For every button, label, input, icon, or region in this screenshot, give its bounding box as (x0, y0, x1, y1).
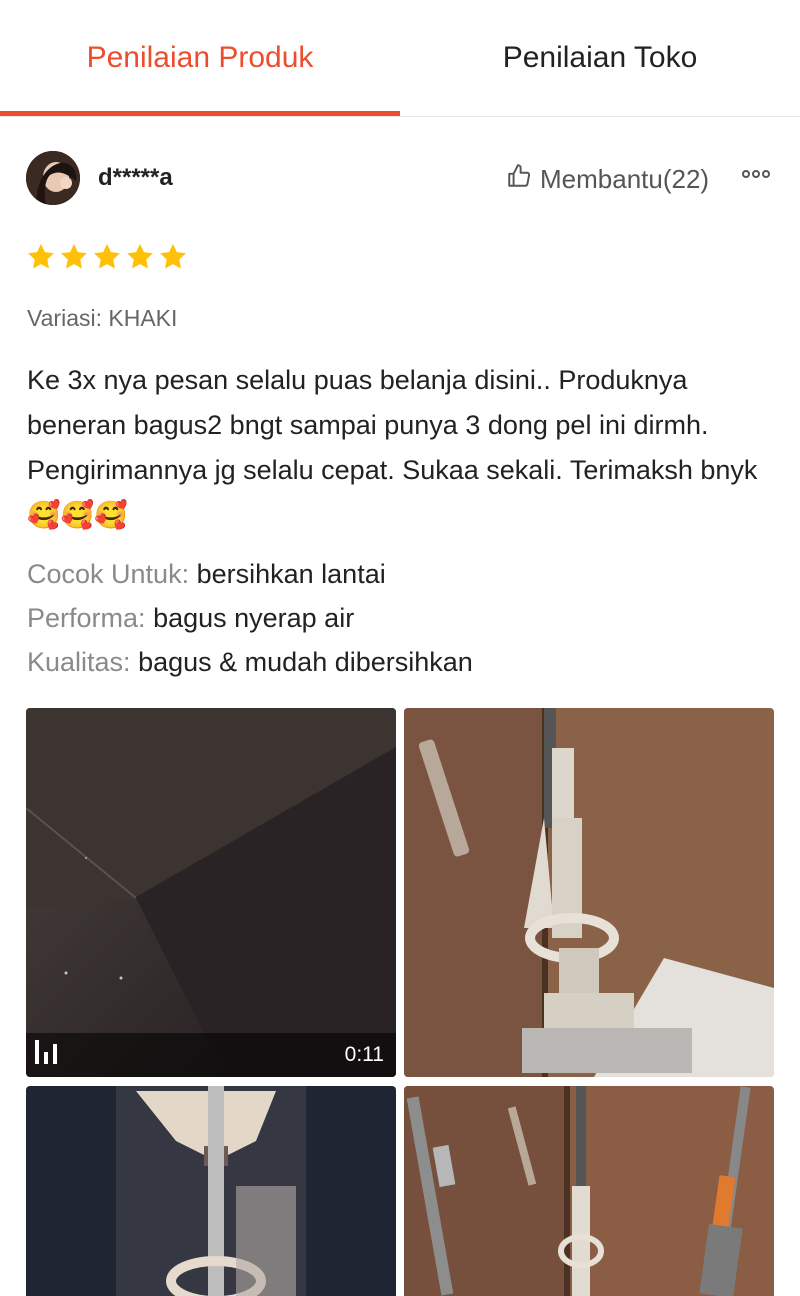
attribute-value: bagus nyerap air (153, 603, 355, 633)
review-photo[interactable] (404, 1086, 774, 1296)
review-body: Ke 3x nya pesan selalu puas belanja disi… (27, 365, 758, 485)
avatar[interactable] (26, 151, 80, 205)
attribute-label: Performa: (27, 603, 146, 633)
active-tab-indicator (0, 111, 400, 116)
rating-stars (26, 242, 188, 272)
attribute-label: Cocok Untuk: (27, 559, 190, 589)
review-attributes: Cocok Untuk: bersihkan lantai Performa: … (27, 552, 473, 684)
tab-shop-reviews[interactable]: Penilaian Toko (400, 0, 800, 116)
review-text: Ke 3x nya pesan selalu puas belanja disi… (27, 358, 767, 538)
attribute-row: Kualitas: bagus & mudah dibersihkan (27, 640, 473, 684)
star-icon (127, 243, 153, 269)
tab-product-reviews[interactable]: Penilaian Produk (0, 0, 400, 116)
review-photo[interactable] (404, 708, 774, 1077)
more-options-icon[interactable] (742, 170, 770, 178)
helpful-count-label: Membantu(22) (540, 164, 710, 194)
review-video-thumbnail[interactable]: 0:11 (26, 708, 396, 1077)
attribute-value: bersihkan lantai (196, 559, 386, 589)
star-icon (61, 243, 87, 269)
thumbs-up-icon (506, 163, 532, 196)
helpful-button[interactable]: Membantu(22) (506, 163, 709, 196)
review-tabs: Penilaian Produk Penilaian Toko (0, 0, 800, 117)
attribute-row: Cocok Untuk: bersihkan lantai (27, 552, 473, 596)
variation-label: Variasi: KHAKI (27, 305, 178, 331)
video-icon (34, 1038, 62, 1069)
review-photo[interactable] (26, 1086, 396, 1296)
attribute-row: Performa: bagus nyerap air (27, 596, 473, 640)
star-icon (160, 243, 186, 269)
star-icon (94, 243, 120, 269)
attribute-value: bagus & mudah dibersihkan (138, 647, 473, 677)
star-icon (28, 243, 54, 269)
reviewer-username: d*****a (98, 164, 173, 191)
video-control-bar: 0:11 (26, 1033, 396, 1077)
review-emoji: 🥰🥰🥰 (27, 500, 128, 530)
attribute-label: Kualitas: (27, 647, 131, 677)
video-duration: 0:11 (344, 1043, 384, 1066)
